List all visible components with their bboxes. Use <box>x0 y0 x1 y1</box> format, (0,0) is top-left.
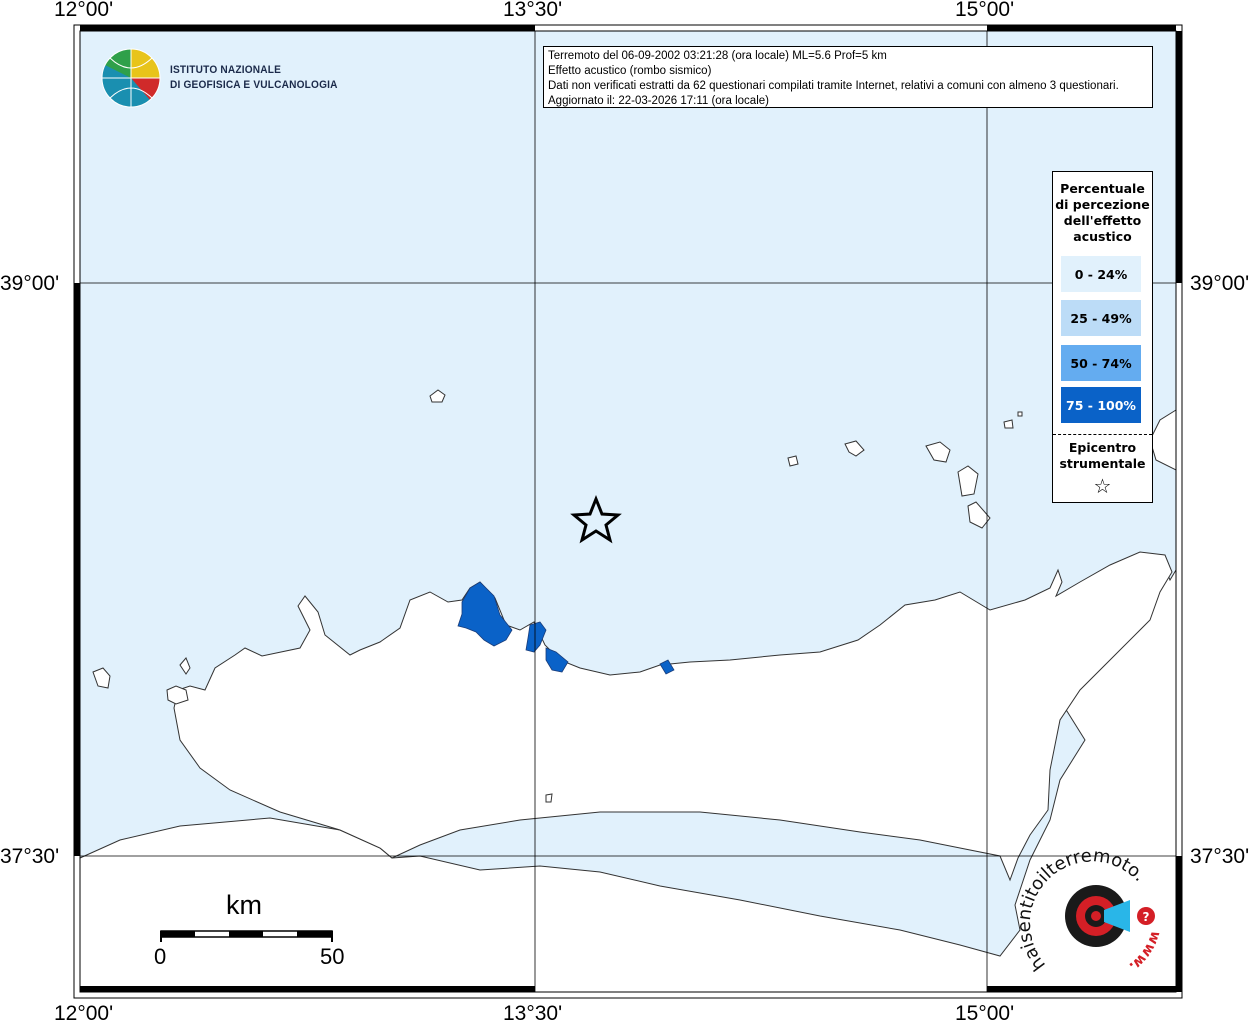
legend-epicenter-line: Epicentro <box>1068 440 1137 455</box>
legend-epicenter-line: strumentale <box>1059 456 1146 471</box>
lon-tick-top-3: 15°00' <box>955 0 1015 21</box>
stromboli-island <box>1017 411 1023 417</box>
event-info-box: Terremoto del 06-09-2002 03:21:28 (ora l… <box>543 46 1153 108</box>
lon-tick-bottom-2: 13°30' <box>503 1002 563 1025</box>
legend-star-icon: ☆ <box>1093 474 1112 498</box>
legend-title-line: di percezione <box>1055 197 1150 212</box>
scale-bar-end: 50 <box>320 944 345 969</box>
lon-tick-top-1: 12°00' <box>54 0 114 21</box>
legend-title-line: dell'effetto <box>1063 213 1142 228</box>
legend-class-75-100: 75 - 100% <box>1061 387 1141 423</box>
legend-epicenter-title: Epicentro strumentale <box>1053 440 1152 472</box>
legend-class-50-74: 50 - 74% <box>1061 345 1141 381</box>
legend-title-line: acustico <box>1073 229 1132 244</box>
scale-bar-start: 0 <box>154 944 167 969</box>
panarea-island <box>1003 419 1014 429</box>
svg-text:?: ? <box>1143 910 1150 924</box>
event-info-line4: Aggiornato il: 22-03-2026 17:11 (ora loc… <box>548 95 769 107</box>
legend-class-25-49: 25 - 49% <box>1061 300 1141 336</box>
legend-title-line: Percentuale <box>1060 181 1145 196</box>
event-info-line1: Terremoto del 06-09-2002 03:21:28 (ora l… <box>548 50 887 62</box>
lat-tick-left-2: 37°30' <box>0 845 60 868</box>
lon-tick-bottom-1: 12°00' <box>54 1002 114 1025</box>
lon-tick-top-2: 13°30' <box>503 0 563 21</box>
legend-box: Percentuale di percezione dell'effetto a… <box>1052 171 1153 503</box>
lat-tick-left-1: 39°00' <box>0 272 60 295</box>
alicudi-island <box>787 455 799 467</box>
ingv-logo-line1: ISTITUTO NAZIONALE <box>170 64 282 76</box>
legend-title: Percentuale di percezione dell'effetto a… <box>1053 181 1152 245</box>
lat-tick-right-1: 39°00' <box>1190 272 1250 295</box>
legend-divider <box>1053 434 1152 435</box>
event-info-line2: Effetto acustico (rombo sismico) <box>548 65 712 77</box>
lat-tick-right-2: 37°30' <box>1190 845 1250 868</box>
legend-class-0-24: 0 - 24% <box>1061 256 1141 292</box>
ingv-logo-line2: DI GEOFISICA E VULCANOLOGIA <box>170 79 338 91</box>
scale-bar-unit: km <box>226 890 262 920</box>
lon-tick-bottom-3: 15°00' <box>955 1002 1015 1025</box>
ingv-globe-icon <box>101 48 161 108</box>
event-info-line3: Dati non verificati estratti da 62 quest… <box>548 80 1119 92</box>
small-island <box>545 793 553 803</box>
map-canvas: ? haisentitoilterremoto.it www. <box>0 0 1183 999</box>
